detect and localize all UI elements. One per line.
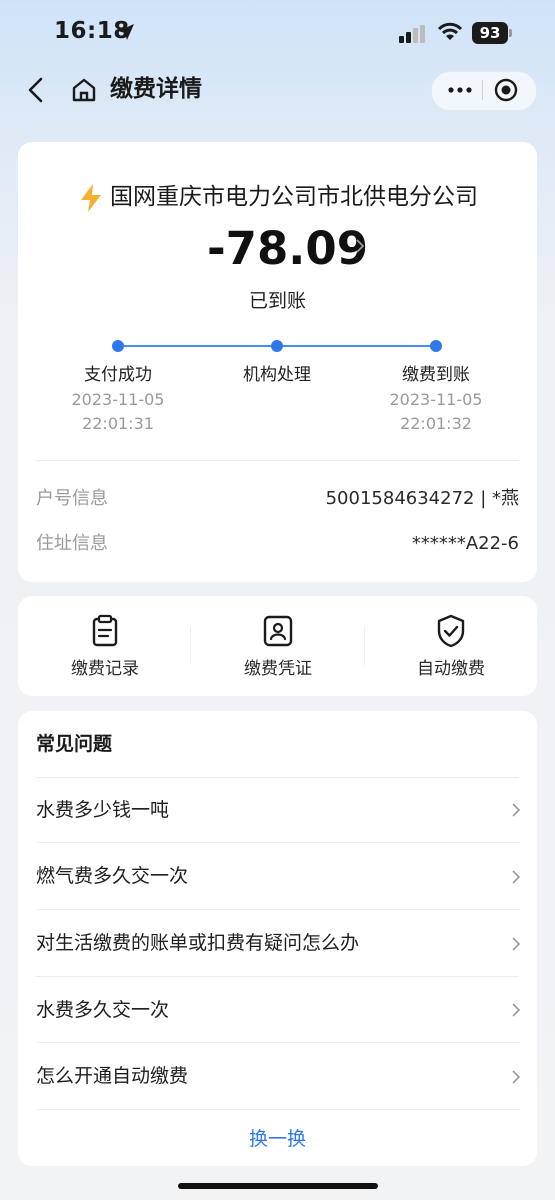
- home-indicator: [178, 1183, 378, 1189]
- summary-divider: [36, 460, 519, 461]
- payment-status: 已到账: [248, 290, 306, 312]
- account-info-label: 户号信息: [36, 488, 108, 509]
- id-card-icon: [263, 615, 293, 647]
- payment-receipt-button[interactable]: 缴费凭证: [203, 606, 353, 688]
- refresh-faq-button[interactable]: 换一换: [0, 1124, 555, 1154]
- payment-records-label: 缴费记录: [71, 659, 139, 679]
- payment-records-button[interactable]: 缴费记录: [30, 606, 180, 688]
- battery-indicator: 93: [472, 22, 508, 44]
- payment-amount[interactable]: -78.09: [207, 222, 368, 276]
- location-arrow-icon: [118, 24, 134, 40]
- progress-dot-3: [430, 340, 442, 352]
- progress-dot-2: [271, 340, 283, 352]
- chevron-right-icon: [512, 1070, 521, 1084]
- progress-dot-1: [112, 340, 124, 352]
- faq-divider: [36, 1109, 519, 1110]
- faq-item-label: 燃气费多久交一次: [36, 865, 189, 887]
- page-title: 缴费详情: [110, 76, 202, 102]
- shield-check-icon: [437, 614, 465, 648]
- step-label-credited: 缴费到账: [402, 365, 470, 385]
- address-info-value: ******A22-6: [411, 533, 519, 554]
- step-date-credited: 2023-11-05: [389, 390, 483, 409]
- step-time-credited: 22:01:32: [400, 414, 472, 433]
- back-arrow-icon[interactable]: [24, 76, 48, 104]
- chevron-right-icon: [512, 1003, 521, 1017]
- more-icon[interactable]: [446, 81, 474, 99]
- cellular-signal-icon: [399, 25, 425, 43]
- capsule-divider: [482, 80, 483, 100]
- address-info-label: 住址信息: [36, 533, 108, 554]
- action-separator: [190, 627, 191, 665]
- auto-payment-button[interactable]: 自动缴费: [376, 606, 526, 688]
- faq-item-label: 水费多久交一次: [36, 999, 170, 1021]
- faq-item-label: 对生活缴费的账单或扣费有疑问怎么办: [36, 932, 360, 954]
- wifi-icon: [437, 22, 463, 40]
- clipboard-icon: [92, 614, 118, 647]
- faq-title: 常见问题: [36, 733, 113, 755]
- chevron-right-icon: [512, 937, 521, 951]
- step-label-paid: 支付成功: [84, 365, 152, 385]
- lightning-bolt-icon: [81, 184, 101, 212]
- auto-payment-label: 自动缴费: [417, 659, 485, 679]
- close-mini-program-icon[interactable]: [493, 77, 519, 103]
- action-separator: [364, 627, 365, 665]
- faq-item-label: 水费多少钱一吨: [36, 799, 170, 821]
- step-label-processing: 机构处理: [243, 365, 311, 385]
- payment-receipt-label: 缴费凭证: [244, 659, 312, 679]
- chevron-right-icon[interactable]: [354, 236, 366, 256]
- chevron-right-icon: [512, 803, 521, 817]
- battery-tip: [509, 29, 512, 37]
- home-icon[interactable]: [70, 76, 98, 104]
- chevron-right-icon: [512, 870, 521, 884]
- company-name: 国网重庆市电力公司市北供电分公司: [110, 184, 478, 210]
- step-time-paid: 22:01:31: [82, 414, 154, 433]
- faq-item-label: 怎么开通自动缴费: [36, 1065, 189, 1087]
- step-date-paid: 2023-11-05: [71, 390, 165, 409]
- account-info-value: 5001584634272 | *燕: [325, 488, 519, 509]
